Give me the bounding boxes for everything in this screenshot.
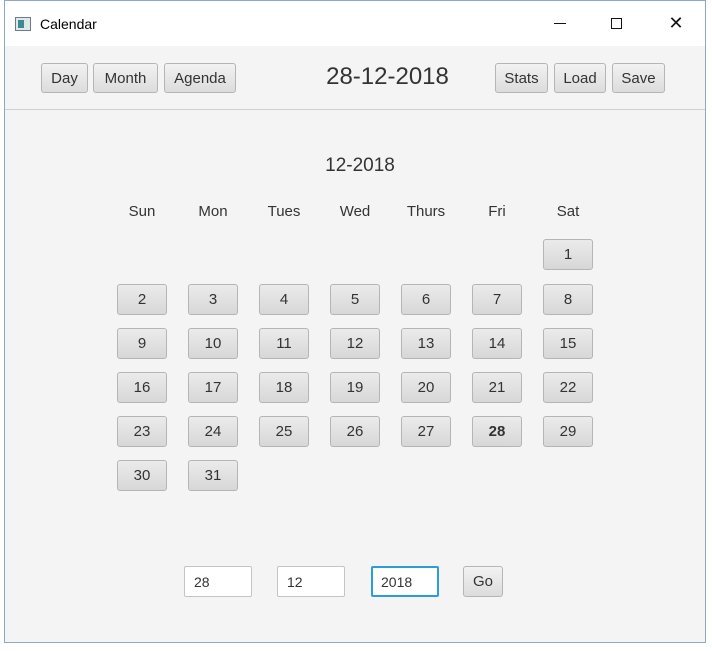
go-button[interactable]: Go — [463, 566, 503, 597]
weekday-label: Fri — [488, 203, 506, 220]
month-input[interactable] — [277, 566, 345, 597]
minimize-icon — [554, 23, 566, 24]
app-window-icon — [15, 17, 31, 31]
day-button[interactable]: 8 — [543, 284, 593, 315]
weekday-label: Wed — [339, 203, 371, 220]
day-button[interactable]: 4 — [259, 284, 309, 315]
day-button[interactable]: 15 — [543, 328, 593, 359]
calendar-window: Calendar ✕ Day Month Agenda 28-12-2018 S… — [4, 0, 706, 643]
weekday-label: Thurs — [406, 203, 446, 220]
year-input[interactable] — [371, 566, 439, 597]
day-button[interactable]: 14 — [472, 328, 522, 359]
title-bar: Calendar ✕ — [5, 1, 705, 46]
minimize-button[interactable] — [537, 1, 583, 46]
day-button[interactable]: 7 — [472, 284, 522, 315]
day-button[interactable]: 6 — [401, 284, 451, 315]
day-button[interactable]: 21 — [472, 372, 522, 403]
maximize-button[interactable] — [593, 1, 639, 46]
day-view-button[interactable]: Day — [41, 63, 88, 93]
day-button[interactable]: 28 — [472, 416, 522, 447]
day-button[interactable]: 9 — [117, 328, 167, 359]
day-button[interactable]: 17 — [188, 372, 238, 403]
day-button[interactable]: 19 — [330, 372, 380, 403]
load-button[interactable]: Load — [554, 63, 606, 93]
day-button[interactable]: 27 — [401, 416, 451, 447]
current-date-title: 28-12-2018 — [326, 63, 449, 90]
save-button[interactable]: Save — [612, 63, 665, 93]
weekday-label: Mon — [198, 203, 228, 220]
close-icon: ✕ — [668, 13, 684, 34]
day-button[interactable]: 2 — [117, 284, 167, 315]
month-title: 12-2018 — [325, 155, 395, 176]
day-button[interactable]: 29 — [543, 416, 593, 447]
day-button[interactable]: 11 — [259, 328, 309, 359]
day-button[interactable]: 1 — [543, 239, 593, 270]
day-button[interactable]: 24 — [188, 416, 238, 447]
day-button[interactable]: 25 — [259, 416, 309, 447]
day-input[interactable] — [184, 566, 252, 597]
day-button[interactable]: 31 — [188, 460, 238, 491]
day-button[interactable]: 3 — [188, 284, 238, 315]
month-view-button[interactable]: Month — [93, 63, 158, 93]
day-button[interactable]: 5 — [330, 284, 380, 315]
day-button[interactable]: 12 — [330, 328, 380, 359]
maximize-icon — [610, 18, 622, 29]
day-button[interactable]: 30 — [117, 460, 167, 491]
day-button[interactable]: 22 — [543, 372, 593, 403]
day-button[interactable]: 23 — [117, 416, 167, 447]
weekday-label: Sat — [556, 203, 580, 220]
stats-button[interactable]: Stats — [495, 63, 548, 93]
weekday-label: Tues — [267, 203, 301, 220]
window-title: Calendar — [40, 16, 97, 32]
day-button[interactable]: 18 — [259, 372, 309, 403]
toolbar-divider — [5, 109, 705, 110]
day-button[interactable]: 16 — [117, 372, 167, 403]
day-button[interactable]: 20 — [401, 372, 451, 403]
day-button[interactable]: 10 — [188, 328, 238, 359]
agenda-view-button[interactable]: Agenda — [164, 63, 236, 93]
day-button[interactable]: 26 — [330, 416, 380, 447]
close-button[interactable]: ✕ — [653, 1, 699, 46]
day-button[interactable]: 13 — [401, 328, 451, 359]
weekday-label: Sun — [128, 203, 156, 220]
